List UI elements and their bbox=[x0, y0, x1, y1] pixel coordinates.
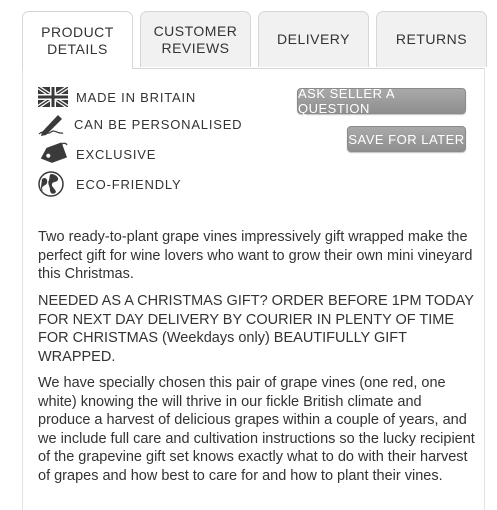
tab-delivery[interactable]: DELIVERY bbox=[258, 11, 369, 67]
product-tabs: PRODUCT DETAILS CUSTOMER REVIEWS DELIVER… bbox=[22, 11, 492, 69]
panel-border bbox=[22, 68, 23, 510]
description-intro: Two ready-to-plant grape vines impressiv… bbox=[38, 229, 473, 282]
panel-border bbox=[484, 68, 485, 510]
feature-eco-friendly: ECO-FRIENDLY bbox=[38, 171, 181, 197]
feature-personalised: CAN BE PERSONALISED bbox=[38, 111, 242, 137]
gift-tag-icon bbox=[38, 142, 68, 166]
ask-seller-button[interactable]: ASK SELLER A QUESTION bbox=[297, 86, 466, 116]
feature-label: MADE IN BRITAIN bbox=[76, 89, 197, 105]
description-details: We have specially chosen this pair of gr… bbox=[38, 375, 475, 484]
christmas-notice: NEEDED AS A CHRISTMAS GIFT? ORDER BEFORE… bbox=[38, 293, 474, 365]
tab-returns[interactable]: RETURNS bbox=[376, 11, 487, 67]
feature-label: ECO-FRIENDLY bbox=[76, 176, 182, 192]
feature-exclusive: EXCLUSIVE bbox=[38, 141, 156, 167]
feature-label: EXCLUSIVE bbox=[76, 146, 157, 162]
union-jack-flag-icon bbox=[38, 85, 68, 109]
pen-icon bbox=[38, 112, 68, 136]
tab-customer-reviews[interactable]: CUSTOMER REVIEWS bbox=[140, 11, 251, 67]
save-for-later-button[interactable]: SAVE FOR LATER bbox=[347, 126, 466, 152]
globe-icon bbox=[38, 171, 68, 197]
feature-made-in-britain: MADE IN BRITAIN bbox=[38, 84, 196, 110]
feature-label: CAN BE PERSONALISED bbox=[74, 116, 243, 132]
tab-product-details[interactable]: PRODUCT DETAILS bbox=[22, 11, 133, 69]
